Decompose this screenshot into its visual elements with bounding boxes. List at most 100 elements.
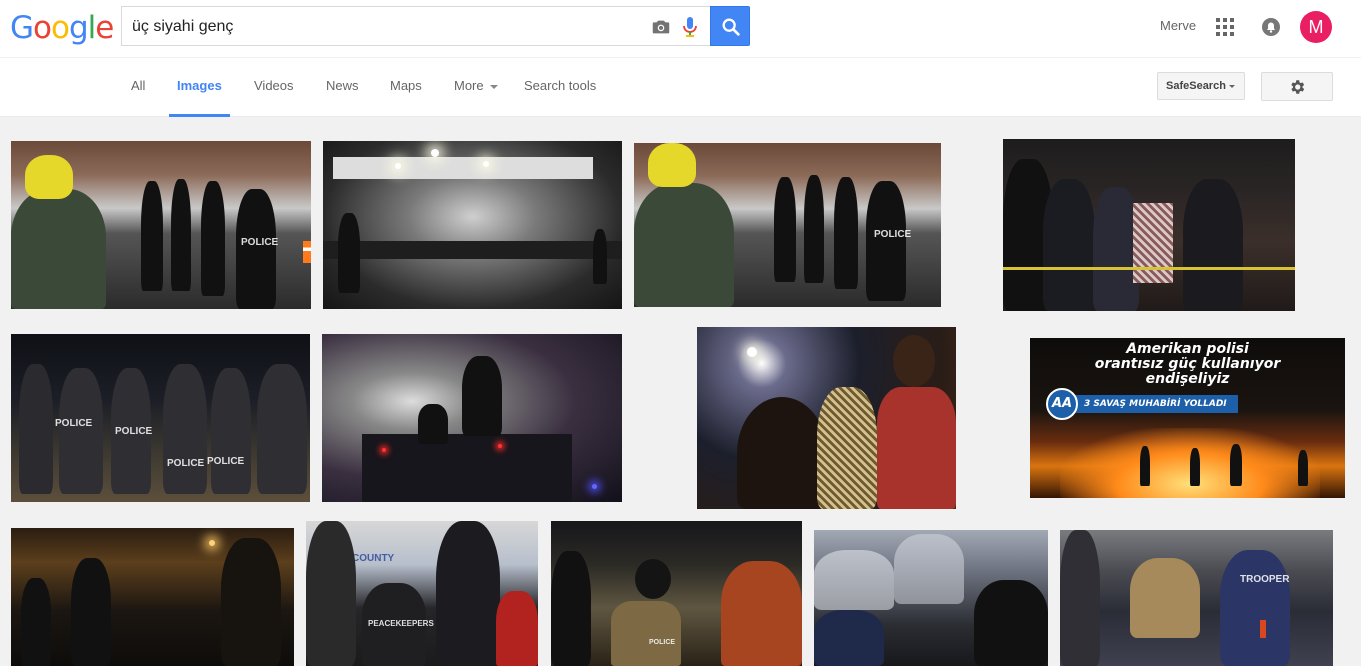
person-figure [221, 538, 281, 666]
officer-figure [201, 181, 225, 296]
officer-figure [236, 189, 276, 309]
light [382, 448, 386, 452]
officer-figure [163, 364, 207, 494]
image-result[interactable] [697, 327, 956, 509]
officer-figure [1060, 530, 1100, 666]
apps-grid-icon[interactable] [1216, 18, 1234, 36]
safesearch-label: SafeSearch [1166, 80, 1226, 92]
armored-vehicle [362, 434, 572, 502]
officer-figure [19, 364, 53, 494]
image-result[interactable] [323, 141, 622, 309]
tab-maps[interactable]: Maps [390, 78, 422, 118]
image-result[interactable]: POLICE [634, 143, 941, 307]
person-figure [1190, 448, 1200, 486]
light [747, 347, 757, 357]
plaid-shirt [1133, 203, 1173, 283]
logo-letter: l [87, 10, 97, 46]
logo-letter: g [68, 10, 89, 46]
google-logo[interactable]: Google [10, 8, 114, 48]
riot-helmet [814, 550, 894, 610]
image-result[interactable] [814, 530, 1048, 666]
image-result[interactable]: POLICE [551, 521, 802, 666]
tab-all[interactable]: All [131, 78, 145, 118]
officer-figure [804, 175, 824, 283]
red-shirt [496, 591, 538, 666]
logo-letter: e [95, 10, 114, 46]
gear-icon [1291, 80, 1305, 94]
tab-images[interactable]: Images [177, 78, 222, 118]
person-figure [338, 213, 360, 293]
settings-button[interactable] [1261, 72, 1333, 101]
plaid-shirt [817, 387, 877, 509]
red-hoodie [877, 387, 956, 509]
crowd-silhouette [323, 241, 622, 259]
image-result[interactable]: POLICE POLICE POLICE POLICE [11, 334, 310, 502]
image-result[interactable] [11, 528, 294, 666]
officer-figure [866, 181, 906, 301]
officer-figure [1220, 550, 1290, 666]
search-button[interactable] [710, 6, 750, 46]
aa-headline-3: endişeliyiz [1145, 371, 1230, 387]
image-result[interactable]: Amerikan polisi orantısız güç kullanıyor… [1030, 338, 1345, 498]
light [498, 444, 502, 448]
officer-figure [1043, 179, 1095, 311]
logo-letter: G [10, 10, 34, 46]
police-label: POLICE [207, 456, 245, 467]
officer-figure [462, 356, 502, 436]
safesearch-button[interactable]: SafeSearch [1157, 72, 1245, 100]
aa-headline-2: orantısız güç kullanıyor [1094, 356, 1281, 372]
person-figure [1130, 558, 1200, 638]
chevron-down-icon [1228, 84, 1235, 88]
person-figure [593, 229, 607, 284]
officer-figure [211, 368, 251, 494]
officer-figure [1183, 179, 1243, 311]
microphone-icon[interactable] [680, 15, 700, 39]
tab-videos[interactable]: Videos [254, 78, 294, 118]
person-figure [634, 183, 734, 307]
tab-more[interactable]: More [454, 78, 498, 118]
tab-more-label: More [454, 78, 484, 93]
traffic-cone [303, 241, 311, 263]
light [592, 484, 597, 489]
image-result[interactable]: TROOPER [1060, 530, 1333, 666]
image-result[interactable] [322, 334, 622, 502]
magnifier-icon [722, 18, 740, 36]
police-label: POLICE [649, 639, 676, 646]
person-figure [551, 551, 591, 666]
avatar[interactable]: M [1300, 11, 1332, 43]
yellow-hood [648, 143, 696, 187]
officer-vest [611, 601, 681, 666]
light [431, 149, 439, 157]
user-name-link[interactable]: Merve [1160, 18, 1196, 33]
tab-search-tools[interactable]: Search tools [524, 78, 596, 118]
officer-figure [59, 368, 103, 494]
officer-figure [257, 364, 307, 494]
person-figure [71, 558, 111, 666]
search-input[interactable] [132, 15, 632, 39]
light [395, 163, 401, 169]
tab-news[interactable]: News [326, 78, 359, 118]
search-box [121, 6, 710, 46]
search-nav-bar: All Images Videos News Maps More Search … [0, 57, 1361, 117]
police-label: POLICE [874, 229, 912, 240]
light [209, 540, 215, 546]
aa-headline-1: Amerikan polisi [1126, 341, 1249, 357]
officer-figure [774, 177, 796, 282]
notifications-bell-icon[interactable] [1262, 18, 1280, 36]
officer-figure [141, 181, 163, 291]
aa-ribbon: 3 SAVAŞ MUHABİRİ YOLLADI [1068, 395, 1238, 413]
image-result[interactable]: COUNTY PEACEKEEPERS [306, 521, 538, 666]
orange-jacket [721, 561, 802, 666]
light [483, 161, 489, 167]
camera-icon[interactable] [650, 16, 672, 38]
person-head [893, 335, 935, 387]
person-figure [21, 578, 51, 666]
trooper-label: TROOPER [1240, 574, 1290, 585]
active-tab-indicator [169, 114, 230, 117]
officer-figure [834, 177, 858, 289]
top-bar: Google Merve M [0, 0, 1361, 57]
image-result[interactable]: POLICE [11, 141, 311, 309]
person-figure [1140, 446, 1150, 486]
chevron-down-icon [489, 84, 498, 89]
image-result[interactable] [1003, 139, 1295, 311]
